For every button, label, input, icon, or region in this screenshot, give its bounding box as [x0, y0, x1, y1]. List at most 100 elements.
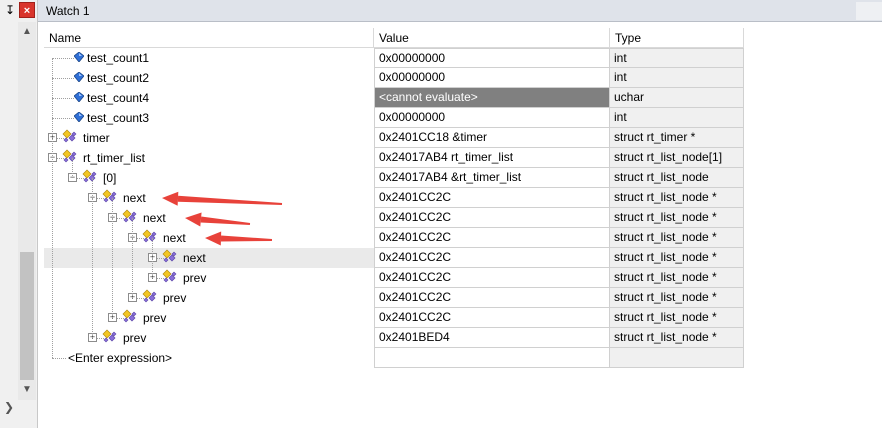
struct-icon — [161, 249, 179, 265]
name-cell[interactable]: − next — [44, 228, 374, 248]
tree-connector — [92, 198, 93, 338]
variable-name: test_count1 — [87, 51, 150, 65]
enter-expression-input[interactable]: <Enter expression> — [68, 351, 172, 365]
struct-icon — [121, 309, 139, 325]
tree-connector — [152, 238, 153, 258]
name-cell[interactable]: test_count2 — [44, 68, 374, 88]
column-header-value[interactable]: Value — [374, 28, 610, 48]
value-cell[interactable]: 0x24017AB4 &rt_timer_list — [374, 168, 610, 188]
watch-window: ↧ × ▲ ▼ ❯ Watch 1 Name Value Type test_c… — [0, 0, 882, 428]
tree-connector — [92, 178, 93, 198]
watch-row[interactable]: − [0] 0x24017AB4 &rt_timer_list struct rt_l… — [44, 168, 744, 188]
variable-name: test_count3 — [87, 111, 150, 125]
value-cell[interactable]: 0x00000000 — [374, 108, 610, 128]
pin-icon[interactable]: ↧ — [2, 2, 18, 18]
vertical-scrollbar[interactable]: ▲ ▼ — [18, 22, 36, 400]
struct-icon — [101, 189, 119, 205]
scroll-up-icon[interactable]: ▲ — [18, 24, 36, 40]
panel-title: Watch 1 — [46, 4, 90, 18]
struct-icon — [141, 289, 159, 305]
value-cell[interactable]: 0x24017AB4 rt_timer_list — [374, 148, 610, 168]
name-cell[interactable]: − [0] — [44, 168, 374, 188]
type-cell: struct rt_list_node * — [610, 228, 744, 248]
variable-icon — [73, 51, 85, 63]
watch-row[interactable]: + timer 0x2401CC18 &timer struct rt_timer * — [44, 128, 744, 148]
column-header-type[interactable]: Type — [610, 28, 744, 48]
value-cell[interactable]: 0x00000000 — [374, 68, 610, 88]
variable-name: prev — [143, 311, 167, 325]
type-cell — [610, 348, 744, 368]
watch-row[interactable]: − next 0x2401CC2C struct rt_list_node * — [44, 208, 744, 228]
type-cell: struct rt_list_node * — [610, 328, 744, 348]
value-cell[interactable]: 0x2401CC2C — [374, 308, 610, 328]
type-cell: int — [610, 68, 744, 88]
type-cell: struct rt_timer * — [610, 128, 744, 148]
type-cell: int — [610, 108, 744, 128]
name-cell[interactable]: − next — [44, 188, 374, 208]
value-cell[interactable]: 0x2401CC2C — [374, 208, 610, 228]
tree-connector — [112, 198, 113, 218]
watch-row[interactable]: test_count3 0x00000000 int — [44, 108, 744, 128]
variable-name: next — [183, 251, 206, 265]
value-cell[interactable]: 0x2401CC18 &timer — [374, 128, 610, 148]
scroll-thumb[interactable] — [20, 252, 34, 380]
watch-row[interactable]: + prev 0x2401CC2C struct rt_list_node * — [44, 268, 744, 288]
watch-row[interactable]: − rt_timer_list 0x24017AB4 rt_timer_list st… — [44, 148, 744, 168]
name-cell[interactable]: − rt_timer_list — [44, 148, 374, 168]
value-cell[interactable]: <cannot evaluate> — [374, 88, 610, 108]
variable-name: [0] — [103, 171, 117, 185]
type-cell: struct rt_list_node * — [610, 268, 744, 288]
value-cell[interactable]: 0x2401CC2C — [374, 248, 610, 268]
column-header-name[interactable]: Name — [44, 28, 374, 48]
watch-row[interactable]: + prev 0x2401BED4 struct rt_list_node * — [44, 328, 744, 348]
tree-connector — [132, 218, 133, 238]
name-cell[interactable]: test_count3 — [44, 108, 374, 128]
value-cell[interactable]: 0x2401CC2C — [374, 288, 610, 308]
close-icon[interactable]: × — [19, 2, 35, 18]
value-cell[interactable]: 0x2401CC2C — [374, 188, 610, 208]
struct-icon — [61, 129, 79, 145]
tree-connector — [72, 158, 73, 178]
name-cell[interactable]: + prev — [44, 288, 374, 308]
name-cell[interactable]: + prev — [44, 308, 374, 328]
watch-row[interactable]: − next 0x2401CC2C struct rt_list_node * — [44, 228, 744, 248]
name-cell[interactable]: test_count4 — [44, 88, 374, 108]
watch-row[interactable]: test_count4 <cannot evaluate> uchar — [44, 88, 744, 108]
watch-row[interactable]: + prev 0x2401CC2C struct rt_list_node * — [44, 308, 744, 328]
type-cell: struct rt_list_node * — [610, 208, 744, 228]
watch-row[interactable]: test_count1 0x00000000 int — [44, 48, 744, 68]
type-cell: struct rt_list_node * — [610, 188, 744, 208]
type-cell: int — [610, 48, 744, 68]
scroll-right-icon[interactable]: ❯ — [4, 400, 16, 414]
name-cell[interactable]: + timer — [44, 128, 374, 148]
variable-name: prev — [123, 331, 147, 345]
value-cell[interactable]: 0x2401CC2C — [374, 268, 610, 288]
type-cell: struct rt_list_node * — [610, 248, 744, 268]
variable-name: timer — [83, 131, 110, 145]
tree-connector — [52, 58, 53, 358]
name-cell[interactable]: + prev — [44, 328, 374, 348]
name-cell[interactable]: test_count1 — [44, 48, 374, 68]
scroll-down-icon[interactable]: ▼ — [18, 382, 36, 398]
struct-icon — [81, 169, 99, 185]
struct-icon — [121, 209, 139, 225]
variable-name: prev — [163, 291, 187, 305]
watch-row[interactable]: + prev 0x2401CC2C struct rt_list_node * — [44, 288, 744, 308]
name-cell[interactable]: + next — [44, 248, 374, 268]
type-cell: struct rt_list_node[1] — [610, 148, 744, 168]
type-cell: struct rt_list_node — [610, 168, 744, 188]
watch-row[interactable]: + next 0x2401CC2C struct rt_list_node * — [44, 248, 744, 268]
name-cell[interactable]: − next — [44, 208, 374, 228]
name-cell[interactable]: + prev — [44, 268, 374, 288]
value-cell[interactable]: 0x2401CC2C — [374, 228, 610, 248]
variable-name: next — [123, 191, 146, 205]
watch-row[interactable]: − next 0x2401CC2C struct rt_list_node * — [44, 188, 744, 208]
variable-name: prev — [183, 271, 207, 285]
value-cell[interactable]: 0x00000000 — [374, 48, 610, 68]
variable-name: next — [143, 211, 166, 225]
panel-titlebar: Watch 1 — [38, 0, 882, 22]
value-cell[interactable]: 0x2401BED4 — [374, 328, 610, 348]
variable-name: test_count2 — [87, 71, 150, 85]
variable-icon — [73, 111, 85, 123]
watch-row[interactable]: test_count2 0x00000000 int — [44, 68, 744, 88]
